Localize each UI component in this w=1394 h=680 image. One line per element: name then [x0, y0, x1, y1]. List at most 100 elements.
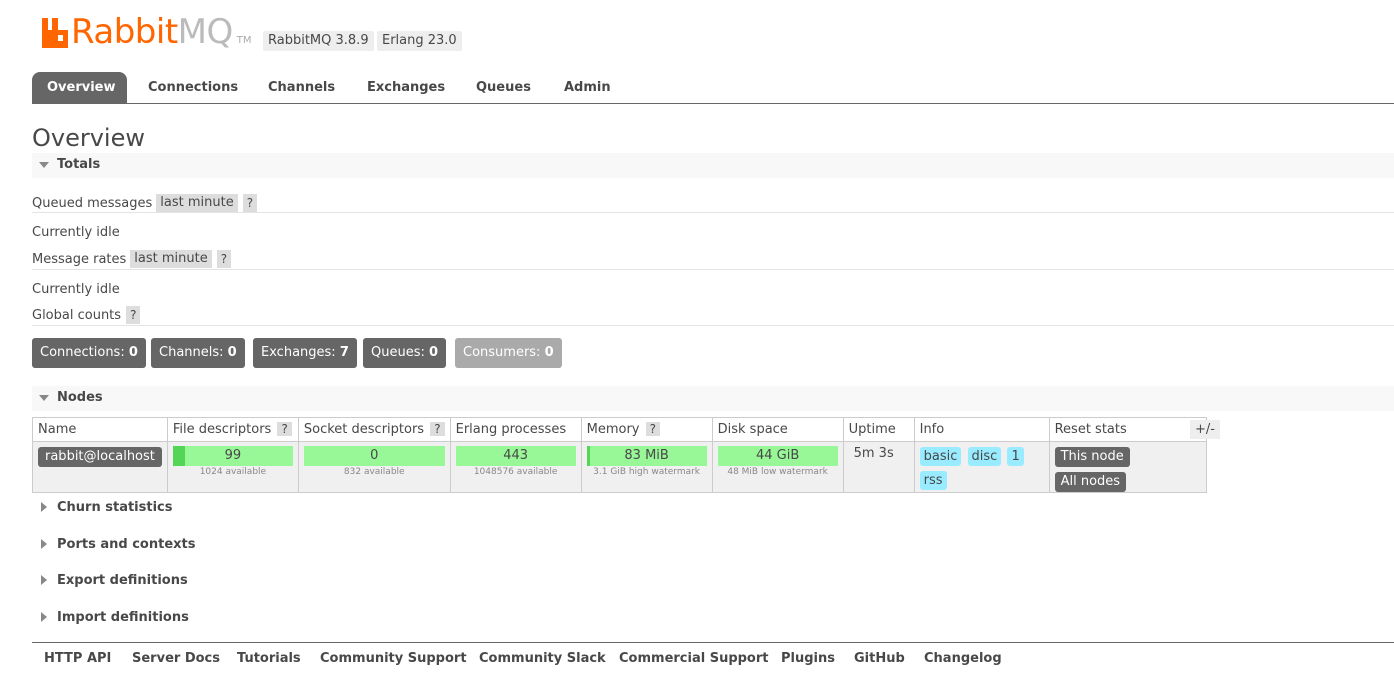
rabbitmq-version-badge: RabbitMQ 3.8.9 — [263, 31, 374, 51]
churn-statistics-section[interactable]: Churn statistics — [32, 497, 173, 517]
socket-descriptors-cell: 0 832 available — [297, 441, 451, 493]
export-definitions-section[interactable]: Export definitions — [32, 570, 188, 590]
tab-overview[interactable]: Overview — [32, 72, 127, 103]
expand-triangle-icon — [41, 612, 47, 622]
section-label: Ports and contexts — [57, 536, 196, 552]
info-tag-basic: basic — [919, 447, 962, 466]
file-descriptors-fill — [172, 446, 185, 466]
col-socket-descriptors: Socket descriptors ? — [297, 417, 451, 442]
erlang-processes-cell: 443 1048576 available — [449, 441, 582, 493]
section-label: Import definitions — [57, 609, 189, 625]
col-memory: Memory ? — [580, 417, 713, 442]
column-header: Memory — [586, 422, 640, 437]
socket-descriptors-bar: 0 — [303, 446, 445, 466]
logo-mq-text: MQ — [177, 12, 234, 52]
section-label: Churn statistics — [57, 499, 173, 515]
global-counts-label: Global counts — [32, 307, 122, 323]
col-reset-stats: Reset stats — [1048, 417, 1207, 442]
node-name-cell: rabbit@localhost — [32, 441, 168, 493]
column-header: Erlang processes — [455, 422, 567, 437]
tab-connections[interactable]: Connections — [133, 72, 253, 103]
socket-descriptors-value: 0 — [370, 448, 379, 463]
column-header: Uptime — [848, 422, 896, 437]
socket-descriptors-help[interactable]: ? — [430, 422, 445, 436]
ports-and-contexts-section[interactable]: Ports and contexts — [32, 534, 195, 554]
footer-link-community-slack[interactable]: Community Slack — [479, 651, 606, 666]
count-channels[interactable]: Channels: 0 — [151, 338, 245, 368]
rabbitmq-logo-icon — [42, 18, 68, 48]
memory-watermark: 3.1 GiB high watermark — [593, 467, 701, 477]
collapse-triangle-icon — [39, 162, 49, 168]
nodes-section-header[interactable]: Nodes — [32, 386, 1394, 411]
queued-messages-range-select[interactable]: last minute — [156, 194, 238, 212]
count-label: Exchanges: — [261, 345, 336, 360]
global-counts-row: Global counts ? — [32, 305, 141, 325]
file-descriptors-bar: 99 — [172, 446, 293, 466]
count-consumers[interactable]: Consumers: 0 — [455, 338, 562, 368]
node-name-link[interactable]: rabbit@localhost — [38, 447, 162, 467]
message-rates-row: Message rates last minute ? — [32, 249, 232, 269]
main-tabs: Overview Connections Channels Exchanges … — [32, 72, 1394, 104]
tab-queues[interactable]: Queues — [461, 72, 546, 103]
rabbitmq-logo: Rabbit MQ TM — [42, 12, 252, 52]
column-header: Info — [919, 422, 945, 437]
footer-link-http-api[interactable]: HTTP API — [44, 651, 111, 666]
reset-this-node-button[interactable]: This node — [1054, 447, 1130, 467]
socket-descriptors-available: 832 available — [343, 467, 405, 477]
footer-links: HTTP API Server Docs Tutorials Community… — [32, 642, 1394, 680]
disk-space-value: 44 GiB — [755, 448, 800, 463]
message-rates-status: Currently idle — [32, 282, 120, 297]
count-exchanges[interactable]: Exchanges: 7 — [253, 338, 357, 368]
file-descriptors-available: 1024 available — [199, 467, 267, 477]
totals-section-header[interactable]: Totals — [32, 153, 1394, 178]
erlang-processes-available: 1048576 available — [473, 467, 558, 477]
divider — [32, 325, 1394, 326]
column-header: Socket descriptors — [303, 422, 425, 437]
queued-messages-label: Queued messages — [32, 195, 153, 211]
memory-help[interactable]: ? — [645, 422, 660, 436]
page-title: Overview — [32, 124, 145, 152]
count-connections[interactable]: Connections: 0 — [32, 338, 146, 368]
column-header: File descriptors — [172, 422, 272, 437]
disk-space-bar: 44 GiB — [717, 446, 838, 466]
reset-stats-cell: This node All nodes — [1048, 441, 1207, 493]
divider — [32, 212, 1394, 213]
global-counts-help[interactable]: ? — [126, 306, 141, 324]
nodes-section-label: Nodes — [57, 390, 103, 405]
message-rates-range-select[interactable]: last minute — [130, 250, 212, 268]
footer-link-server-docs[interactable]: Server Docs — [132, 651, 220, 666]
message-rates-label: Message rates — [32, 251, 127, 267]
uptime-value: 5m 3s — [853, 446, 894, 461]
tab-exchanges[interactable]: Exchanges — [352, 72, 460, 103]
tab-admin[interactable]: Admin — [549, 72, 626, 103]
info-tag-count: 1 — [1007, 447, 1024, 466]
message-rates-help[interactable]: ? — [216, 250, 232, 268]
collapse-triangle-icon — [39, 395, 49, 401]
memory-bar: 83 MiB — [586, 446, 707, 466]
memory-cell: 83 MiB 3.1 GiB high watermark — [580, 441, 713, 493]
footer-link-changelog[interactable]: Changelog — [924, 651, 1002, 666]
footer-link-tutorials[interactable]: Tutorials — [237, 651, 301, 666]
tab-channels[interactable]: Channels — [253, 72, 350, 103]
file-descriptors-help[interactable]: ? — [277, 422, 292, 436]
logo-trademark: TM — [236, 35, 252, 46]
file-descriptors-cell: 99 1024 available — [166, 441, 299, 493]
expand-triangle-icon — [41, 502, 47, 512]
reset-all-nodes-button[interactable]: All nodes — [1054, 472, 1127, 492]
section-label: Export definitions — [57, 572, 188, 588]
count-label: Consumers: — [463, 345, 541, 360]
col-disk-space: Disk space — [711, 417, 844, 442]
footer-link-community-support[interactable]: Community Support — [320, 651, 467, 666]
count-label: Queues: — [371, 345, 425, 360]
column-header: Reset stats — [1054, 422, 1127, 437]
footer-link-commercial-support[interactable]: Commercial Support — [619, 651, 769, 666]
count-queues[interactable]: Queues: 0 — [363, 338, 447, 368]
columns-toggle-button[interactable]: +/- — [1190, 420, 1220, 439]
count-label: Channels: — [159, 345, 224, 360]
import-definitions-section[interactable]: Import definitions — [32, 607, 189, 627]
uptime-cell: 5m 3s — [842, 441, 915, 493]
queued-messages-help[interactable]: ? — [242, 194, 258, 212]
memory-value: 83 MiB — [624, 448, 669, 463]
footer-link-plugins[interactable]: Plugins — [781, 651, 835, 666]
footer-link-github[interactable]: GitHub — [854, 651, 905, 666]
